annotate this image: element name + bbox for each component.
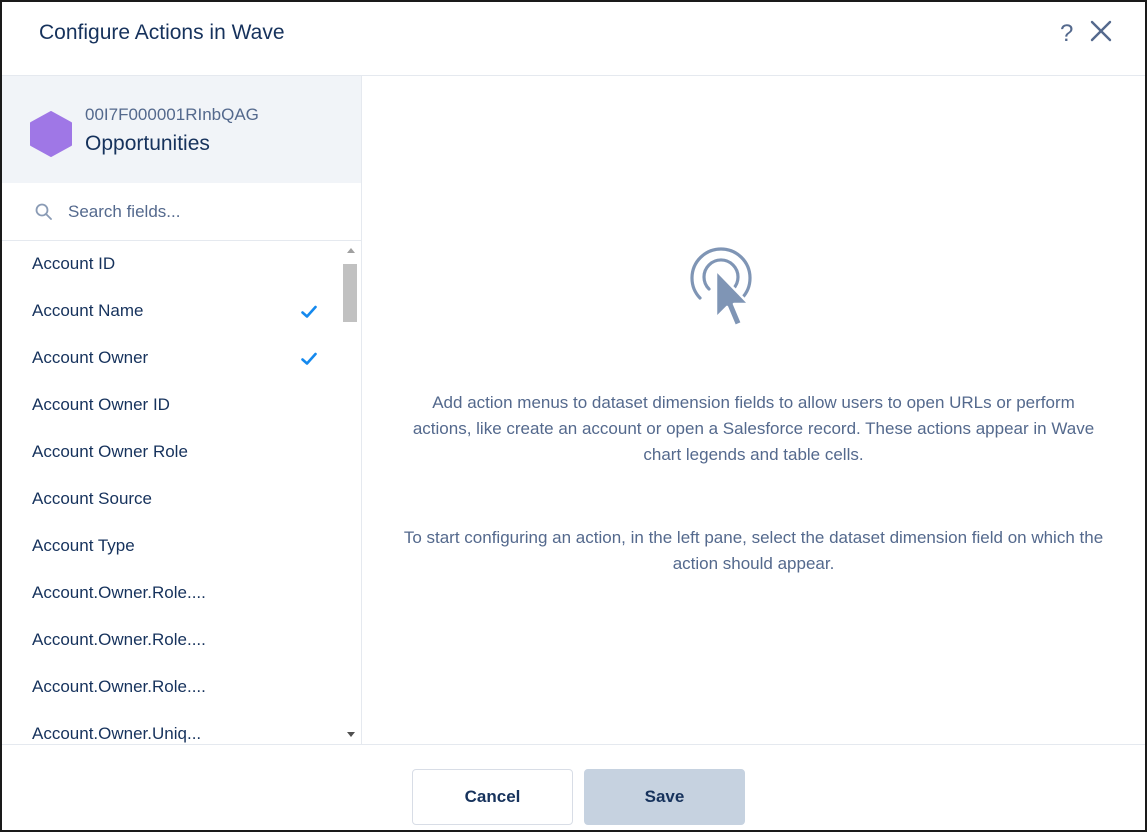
modal-header: Configure Actions in Wave ? (2, 2, 1145, 76)
field-item[interactable]: Account Type (2, 524, 340, 571)
modal-title: Configure Actions in Wave (39, 21, 285, 44)
field-item[interactable]: Account Owner ID (2, 383, 340, 430)
field-label: Account Owner Role (32, 442, 188, 461)
scroll-down-arrow[interactable] (347, 732, 355, 737)
field-label: Account Owner ID (32, 395, 170, 414)
field-label: Account ID (32, 254, 116, 273)
field-label: Account Source (32, 489, 153, 508)
field-item[interactable]: Account.Owner.Uniq... (2, 712, 340, 744)
field-label: Account.Owner.Role.... (32, 583, 206, 602)
field-list: Account ID Account Name Account Owner Ac… (2, 242, 340, 744)
field-label: Account Owner (32, 348, 149, 367)
field-label: Account.Owner.Role.... (32, 677, 206, 696)
cancel-button[interactable]: Cancel (412, 769, 573, 825)
field-label: Account.Owner.Uniq... (32, 724, 202, 743)
field-item[interactable]: Account Owner (2, 336, 340, 383)
save-button[interactable]: Save (584, 769, 745, 825)
field-item[interactable]: Account Name (2, 289, 340, 336)
field-item[interactable]: Account ID (2, 242, 340, 289)
field-label: Account.Owner.Role.... (32, 630, 206, 649)
field-item[interactable]: Account.Owner.Role.... (2, 665, 340, 712)
modal-footer: Cancel Save (2, 744, 1145, 830)
check-icon (301, 305, 317, 318)
field-label: Account Type (32, 536, 135, 555)
dataset-header: 00I7F000001RInbQAG Opportunities (2, 76, 361, 183)
empty-state-instruction: To start configuring an action, in the l… (403, 528, 1104, 573)
field-item[interactable]: Account Owner Role (2, 430, 340, 477)
action-cursor-icon (690, 247, 752, 328)
field-item[interactable]: Account.Owner.Role.... (2, 618, 340, 665)
configure-actions-modal: Configure Actions in Wave ? 00I7F000001R… (0, 0, 1147, 832)
empty-state-pane: Add action menus to dataset dimension fi… (362, 76, 1145, 744)
hexagon-icon (30, 111, 72, 157)
search-icon (35, 203, 52, 220)
check-icon (301, 352, 317, 365)
empty-state-description: Add action menus to dataset dimension fi… (412, 393, 1095, 464)
field-item[interactable]: Account Source (2, 477, 340, 524)
scroll-up-arrow[interactable] (347, 248, 355, 253)
help-icon[interactable]: ? (1060, 20, 1073, 48)
dataset-name: Opportunities (85, 132, 210, 155)
field-pane: 00I7F000001RInbQAG Opportunities Account… (2, 76, 362, 744)
field-search (2, 183, 361, 241)
close-icon[interactable] (1088, 18, 1114, 44)
field-list-scrollbar[interactable] (340, 242, 361, 744)
field-label: Account Name (32, 301, 144, 320)
field-item[interactable]: Account.Owner.Role.... (2, 571, 340, 618)
search-input[interactable] (68, 197, 348, 227)
scroll-thumb[interactable] (343, 264, 357, 322)
dataset-id: 00I7F000001RInbQAG (85, 105, 259, 124)
